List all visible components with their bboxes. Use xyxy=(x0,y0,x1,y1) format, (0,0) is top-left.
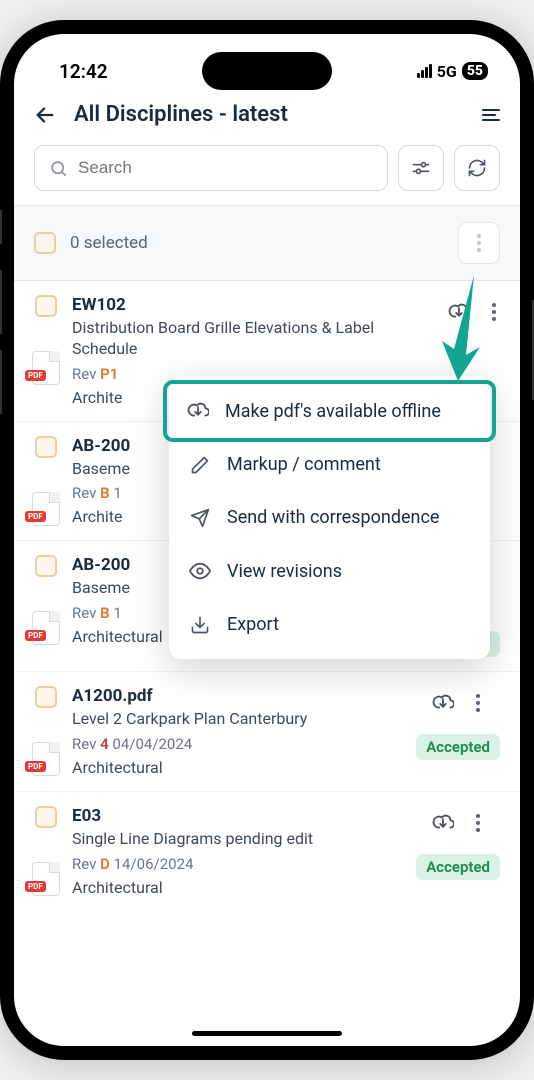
pdf-badge: PDF xyxy=(25,881,46,892)
home-indicator xyxy=(192,1031,342,1036)
pdf-thumbnail: PDF xyxy=(32,742,60,776)
side-button xyxy=(0,210,2,244)
cloud-download-icon xyxy=(432,812,454,834)
toolbar xyxy=(14,139,520,206)
item-checkbox[interactable] xyxy=(35,295,57,317)
pdf-badge: PDF xyxy=(25,370,46,381)
send-icon xyxy=(189,508,211,528)
status-badge: Accepted xyxy=(416,854,500,880)
item-revision: Rev D 14/06/2024 xyxy=(72,855,402,873)
refresh-button[interactable] xyxy=(454,145,500,191)
app-header: All Disciplines - latest xyxy=(14,90,520,139)
drawer-toggle-button[interactable] xyxy=(482,109,500,121)
menu-export[interactable]: Export xyxy=(169,598,490,651)
item-more-button[interactable] xyxy=(488,299,500,325)
item-checkbox[interactable] xyxy=(35,436,57,458)
pdf-badge: PDF xyxy=(25,511,46,522)
item-code: EW102 xyxy=(72,295,434,315)
item-code: A1200.pdf xyxy=(72,686,402,706)
back-button[interactable] xyxy=(34,104,56,126)
download-button[interactable] xyxy=(432,692,454,714)
menu-item-label: Send with correspondence xyxy=(227,507,439,528)
list-item[interactable]: PDF E03 Single Line Diagrams pending edi… xyxy=(14,792,520,911)
status-badge: Accepted xyxy=(416,734,500,760)
pdf-thumbnail: PDF xyxy=(32,492,60,526)
menu-item-label: Make pdf's available offline xyxy=(225,401,441,422)
menu-revisions[interactable]: View revisions xyxy=(169,544,490,598)
more-vertical-icon xyxy=(477,234,481,252)
list-item[interactable]: PDF A1200.pdf Level 2 Carkpark Plan Cant… xyxy=(14,672,520,792)
search-box[interactable] xyxy=(34,145,388,191)
cloud-download-icon xyxy=(448,301,470,323)
page-title: All Disciplines - latest xyxy=(74,102,482,127)
pdf-thumbnail: PDF xyxy=(32,862,60,896)
download-button[interactable] xyxy=(432,812,454,834)
refresh-icon xyxy=(467,158,487,178)
status-right: 5G 55 xyxy=(417,62,488,81)
eye-icon xyxy=(189,560,211,582)
battery-icon: 55 xyxy=(462,62,488,80)
item-code: E03 xyxy=(72,806,402,826)
item-checkbox[interactable] xyxy=(35,555,57,577)
item-checkbox[interactable] xyxy=(35,806,57,828)
item-more-button[interactable] xyxy=(472,810,484,836)
search-input[interactable] xyxy=(78,158,373,178)
selection-more-button[interactable] xyxy=(458,222,500,264)
menu-item-label: View revisions xyxy=(227,561,342,582)
item-description: Single Line Diagrams pending edit xyxy=(72,829,402,850)
selection-bar: 0 selected xyxy=(14,206,520,281)
pencil-icon xyxy=(189,455,211,475)
pdf-badge: PDF xyxy=(25,761,46,772)
phone-frame: 12:42 5G 55 All Disciplines - latest xyxy=(0,20,534,1060)
screen: 12:42 5G 55 All Disciplines - latest xyxy=(14,34,520,1046)
selection-count: 0 selected xyxy=(70,233,444,253)
menu-send[interactable]: Send with correspondence xyxy=(169,491,490,544)
cloud-download-icon xyxy=(187,400,209,422)
item-checkbox[interactable] xyxy=(35,686,57,708)
item-more-button[interactable] xyxy=(472,690,484,716)
item-category: Architectural xyxy=(72,878,402,897)
download-button[interactable] xyxy=(448,301,470,323)
more-vertical-icon xyxy=(476,694,480,712)
network-label: 5G xyxy=(437,62,457,81)
menu-markup[interactable]: Markup / comment xyxy=(169,438,490,491)
signal-icon xyxy=(417,64,432,78)
more-vertical-icon xyxy=(492,303,496,321)
item-revision: Rev 4 04/04/2024 xyxy=(72,735,402,753)
pdf-thumbnail: PDF xyxy=(32,351,60,385)
item-description: Distribution Board Grille Elevations & L… xyxy=(72,318,434,360)
download-icon xyxy=(189,615,211,635)
item-category: Architectural xyxy=(72,758,402,777)
menu-make-offline[interactable]: Make pdf's available offline xyxy=(167,384,492,438)
status-time: 12:42 xyxy=(59,60,108,83)
menu-item-label: Markup / comment xyxy=(227,454,381,475)
search-icon xyxy=(49,159,68,178)
select-all-checkbox[interactable] xyxy=(34,232,56,254)
pdf-thumbnail: PDF xyxy=(32,611,60,645)
cloud-download-icon xyxy=(432,692,454,714)
volume-down-button xyxy=(0,350,2,414)
menu-item-label: Export xyxy=(227,614,279,635)
volume-up-button xyxy=(0,270,2,334)
filter-button[interactable] xyxy=(398,145,444,191)
context-menu: Make pdf's available offline Markup / co… xyxy=(169,376,490,659)
pdf-badge: PDF xyxy=(25,630,46,641)
more-vertical-icon xyxy=(476,814,480,832)
sliders-icon xyxy=(411,158,431,178)
dynamic-island xyxy=(202,52,332,90)
item-description: Level 2 Carkpark Plan Canterbury xyxy=(72,709,402,730)
